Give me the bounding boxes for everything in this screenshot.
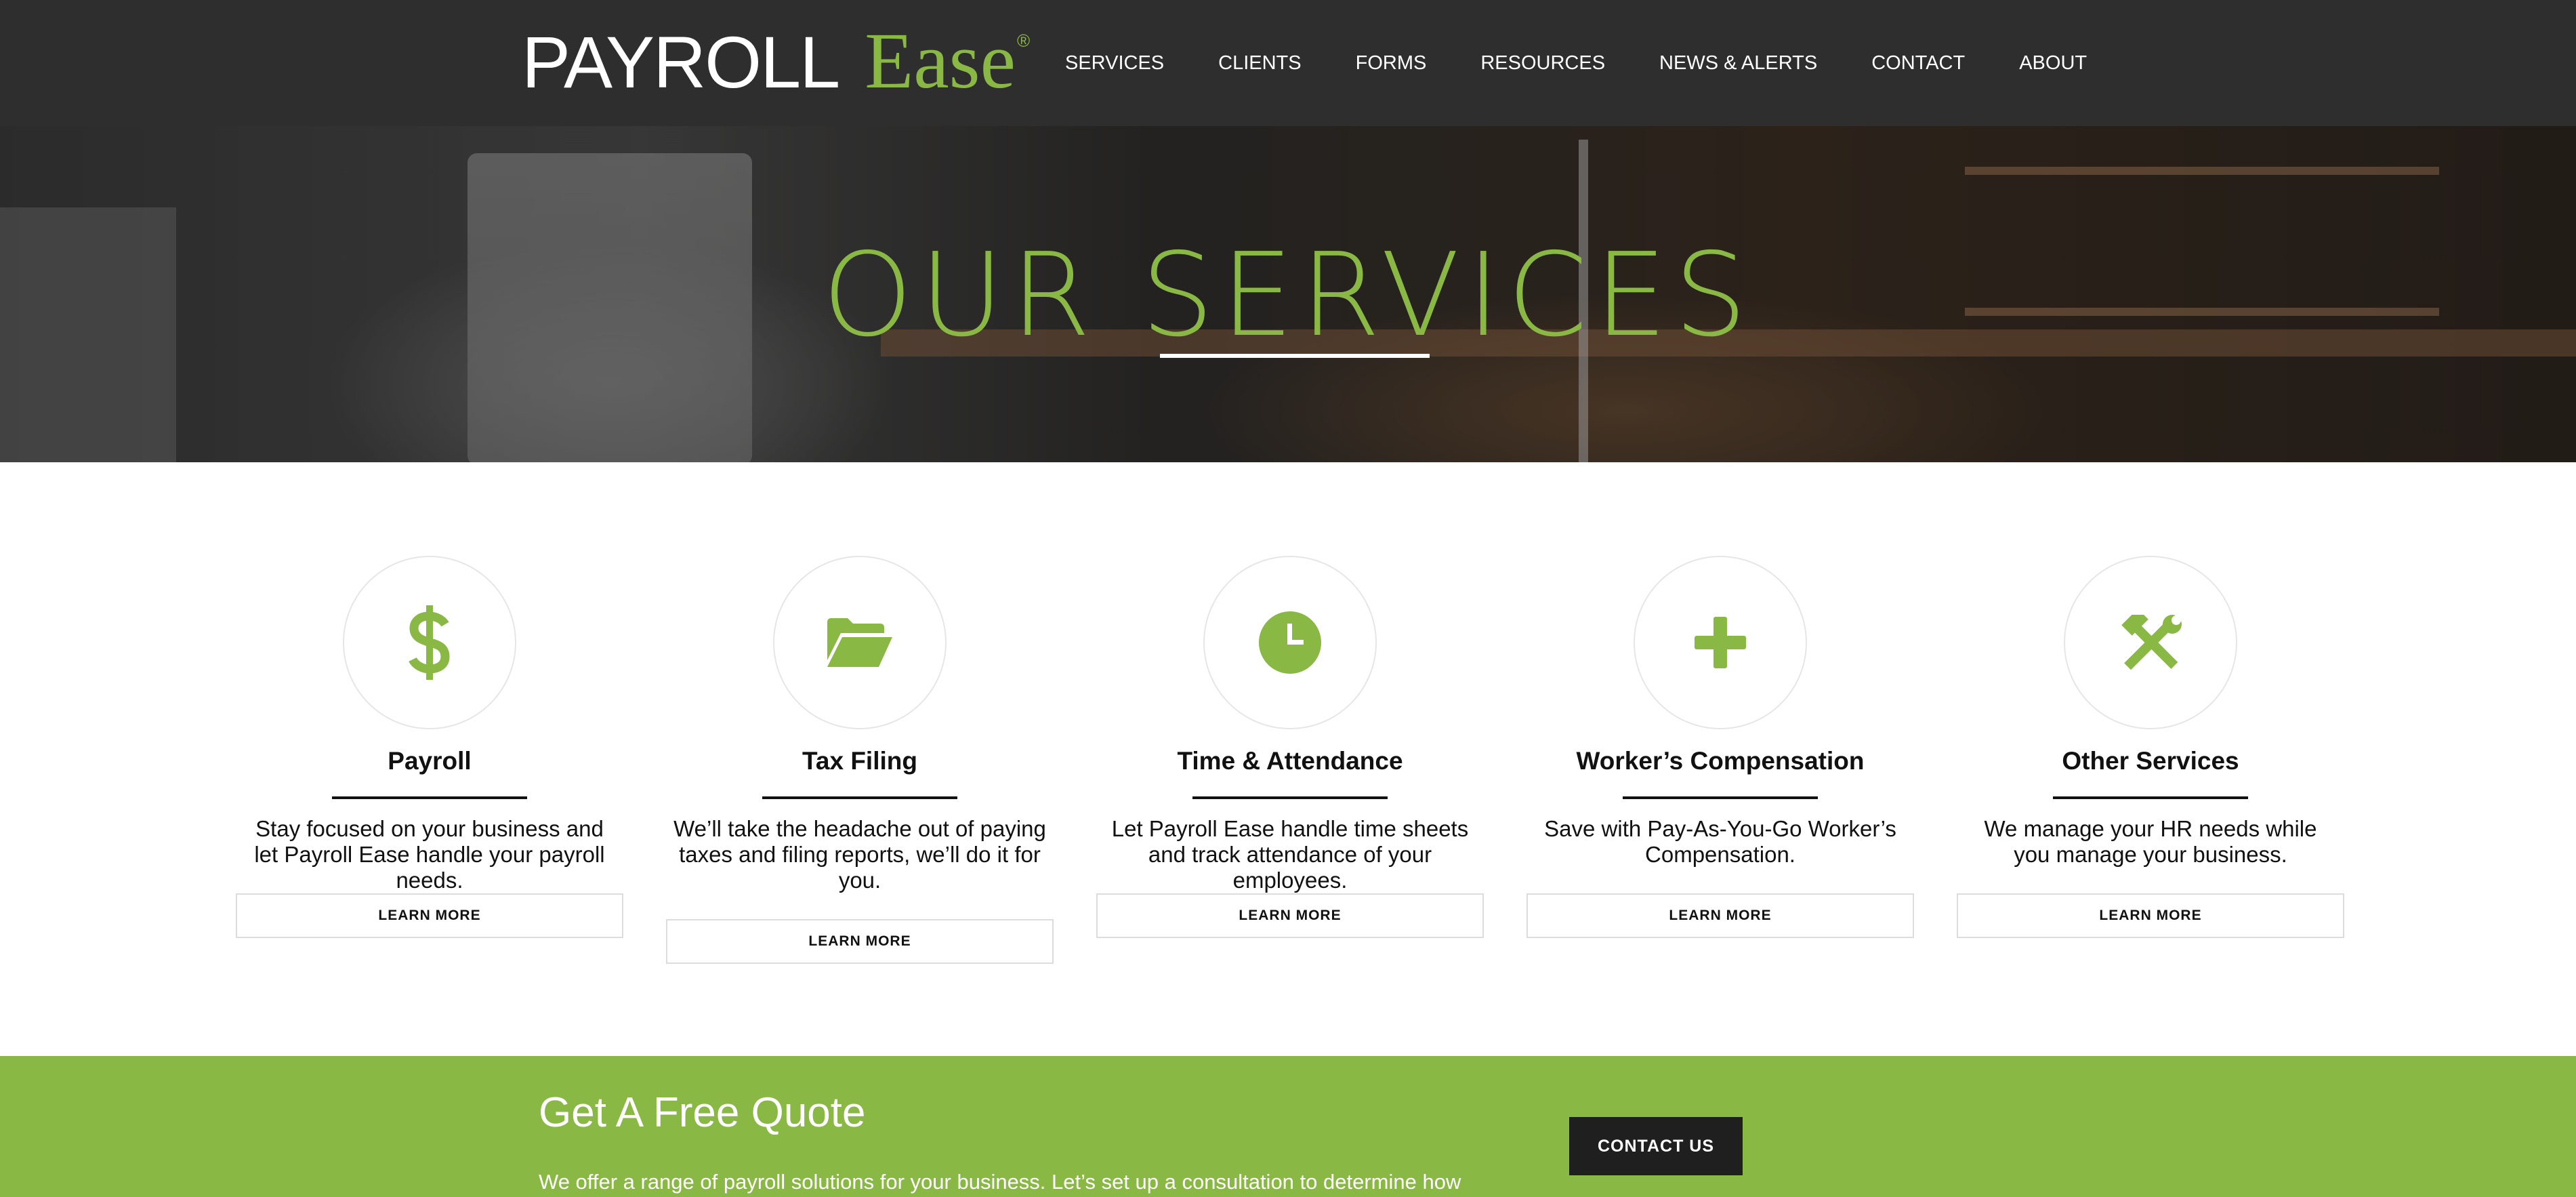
nav-item-forms[interactable]: FORMS — [1356, 52, 1427, 75]
page-title: OUR SERVICES — [822, 228, 1754, 363]
service-description: Stay focused on your business and let Pa… — [254, 816, 605, 893]
service-icon-circle — [2064, 556, 2237, 729]
service-icon-circle — [343, 556, 516, 729]
site-header: PAYROLL Ease ® SERVICES CLIENTS FORMS RE… — [0, 0, 2576, 126]
quote-heading: Get A Free Quote — [539, 1089, 866, 1136]
contact-us-button[interactable]: CONTACT US — [1569, 1117, 1743, 1175]
service-title: Payroll — [388, 747, 472, 775]
service-title-divider — [1192, 796, 1388, 799]
folder-open-icon — [827, 618, 892, 667]
service-description: We manage your HR needs while you manage… — [1984, 816, 2317, 867]
nav-item-resources[interactable]: RESOURCES — [1480, 52, 1605, 75]
registered-mark: ® — [1016, 31, 1031, 51]
learn-more-button[interactable]: LEARN MORE — [666, 919, 1054, 964]
clock-icon — [1259, 611, 1321, 674]
nav-item-contact[interactable]: CONTACT — [1871, 52, 1965, 75]
service-icon-circle — [773, 556, 947, 729]
service-description: Let Payroll Ease handle time sheets and … — [1111, 816, 1469, 893]
main-nav: SERVICES CLIENTS FORMS RESOURCES NEWS & … — [1065, 0, 2141, 126]
service-icon-circle — [1634, 556, 1807, 729]
service-title: Time & Attendance — [1177, 747, 1403, 775]
service-title-divider — [762, 796, 957, 799]
learn-more-button[interactable]: LEARN MORE — [1526, 893, 1914, 938]
learn-more-button[interactable]: LEARN MORE — [236, 893, 623, 938]
nav-item-clients[interactable]: CLIENTS — [1218, 52, 1301, 75]
payroll-ease-logo[interactable]: PAYROLL Ease ® — [522, 16, 1031, 105]
service-title-divider — [1623, 796, 1818, 799]
service-description: Save with Pay-As-You-Go Worker’s Compens… — [1544, 816, 1896, 867]
learn-more-button[interactable]: LEARN MORE — [1957, 893, 2344, 938]
nav-item-about[interactable]: ABOUT — [2019, 52, 2087, 75]
service-description: We’ll take the headache out of paying ta… — [673, 816, 1046, 893]
quote-description: We offer a range of payroll solutions fo… — [539, 1170, 1461, 1194]
logo-wordmark-payroll: PAYROLL — [522, 21, 840, 103]
nav-item-services[interactable]: SERVICES — [1065, 52, 1164, 75]
tools-icon — [2121, 615, 2182, 670]
service-title: Other Services — [2062, 747, 2239, 775]
learn-more-button[interactable]: LEARN MORE — [1096, 893, 1484, 938]
plus-icon — [1695, 617, 1746, 668]
hero-banner: OUR SERVICES — [0, 126, 2576, 462]
service-icon-circle — [1203, 556, 1377, 729]
dollar-icon — [409, 605, 450, 680]
logo-wordmark-ease: Ease — [865, 16, 1016, 105]
title-underline — [1160, 354, 1430, 358]
service-title-divider — [2053, 796, 2248, 799]
service-title: Worker’s Compensation — [1576, 747, 1865, 775]
service-title-divider — [332, 796, 527, 799]
service-title: Tax Filing — [802, 747, 917, 775]
nav-item-news-alerts[interactable]: NEWS & ALERTS — [1659, 52, 1817, 75]
free-quote-section: Get A Free Quote We offer a range of pay… — [0, 1056, 2576, 1197]
services-section: Payroll Stay focused on your business an… — [0, 462, 2576, 1056]
